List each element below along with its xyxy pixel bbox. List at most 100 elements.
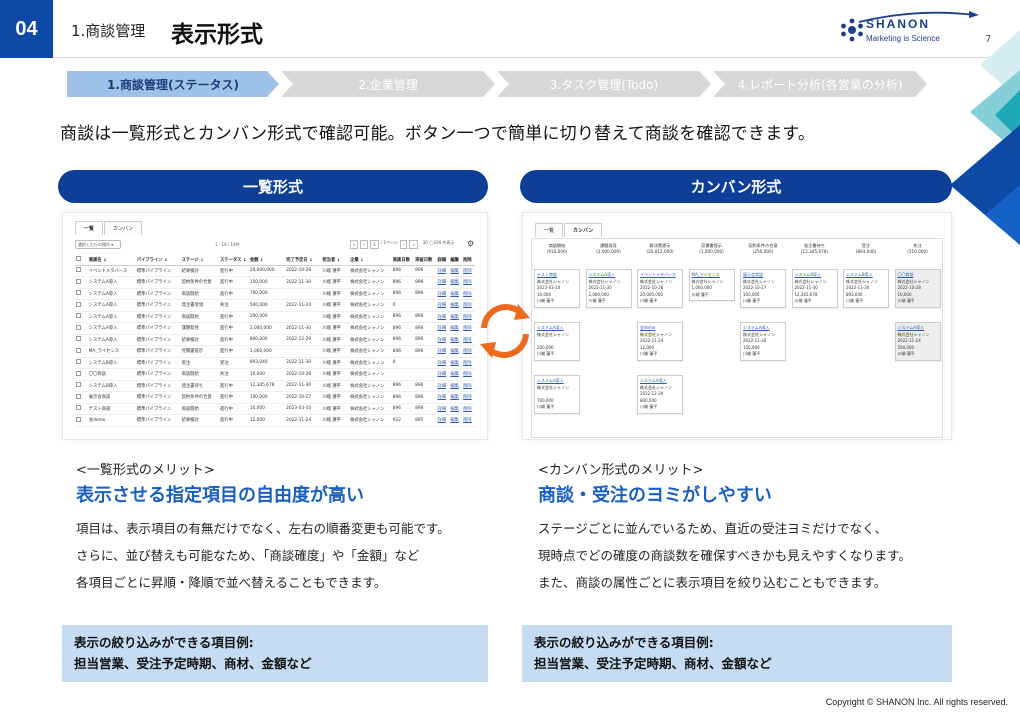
detail-link[interactable]: 詳細 [436, 265, 450, 277]
column-header[interactable]: ステータス ↓ [218, 255, 249, 266]
kanban-card[interactable]: システムB導入 株式会社シャノン 2022-11-30 12,345,678 川端 蓮平 [791, 269, 838, 308]
edit-link[interactable]: 編集 [449, 345, 463, 358]
checkbox[interactable] [76, 301, 81, 307]
detail-link[interactable]: 詳細 [436, 288, 450, 300]
column-header[interactable]: パイプライン ↓ [135, 255, 181, 266]
checkbox[interactable] [76, 359, 81, 365]
row-checkbox-cell[interactable] [75, 414, 88, 427]
column-header[interactable]: 担当者 ↓ [321, 255, 350, 266]
detail-link[interactable]: 詳細 [436, 276, 450, 289]
column-header[interactable]: ステージ ↓ [180, 255, 219, 266]
delete-link[interactable]: 削除 [462, 288, 475, 300]
delete-link[interactable]: 削除 [462, 414, 475, 427]
tab-kanban[interactable]: カンバン [564, 223, 603, 237]
edit-link[interactable]: 編集 [449, 380, 463, 392]
tab-list[interactable]: 一覧 [75, 221, 104, 235]
detail-link[interactable]: 詳細 [436, 380, 450, 392]
detail-link[interactable]: 詳細 [436, 322, 450, 335]
pager-page[interactable]: 1 [370, 240, 379, 249]
row-checkbox-cell[interactable] [75, 357, 88, 369]
row-checkbox-cell[interactable] [75, 391, 88, 404]
checkbox[interactable] [76, 393, 81, 399]
row-checkbox-cell[interactable] [75, 322, 88, 335]
row-checkbox-cell[interactable] [75, 265, 88, 277]
kanban-card[interactable]: MA_ライセンス 株式会社シャノン 1,000,000 川端 蓮平 [688, 269, 735, 301]
checkbox[interactable] [76, 313, 81, 319]
gear-icon[interactable]: ⚙ [467, 239, 474, 248]
detail-link[interactable]: 詳細 [436, 334, 450, 346]
column-header[interactable]: 詳細 [436, 255, 450, 266]
edit-link[interactable]: 編集 [449, 311, 463, 323]
row-checkbox-cell[interactable] [75, 276, 88, 289]
delete-link[interactable]: 削除 [462, 380, 475, 392]
checkbox[interactable] [76, 336, 81, 342]
pager-last[interactable]: » [409, 240, 418, 249]
kanban-card[interactable]: 〇〇商談 株式会社シャノン 2022-10-28 10,000 川端 蓮平 [894, 269, 941, 308]
column-header[interactable]: 商談名 ↓ [87, 255, 136, 266]
delete-link[interactable]: 削除 [462, 265, 475, 277]
detail-link[interactable]: 詳細 [436, 368, 450, 381]
kanban-card[interactable]: システムA導入 株式会社シャノン 2022-11-24 500,000 川端 蓮平 [894, 322, 941, 361]
checkbox[interactable] [76, 267, 81, 273]
detail-link[interactable]: 詳細 [436, 345, 450, 358]
column-header[interactable]: 金額 ↓ [248, 255, 286, 266]
edit-link[interactable]: 編集 [449, 334, 463, 346]
row-checkbox-cell[interactable] [75, 368, 88, 381]
kanban-card[interactable]: システムA導入 株式会社シャノン 2022-12-29 800,000 川端 蓮平 [637, 375, 683, 414]
edit-link[interactable]: 編集 [449, 276, 463, 289]
select-all-checkbox-header[interactable] [75, 255, 88, 266]
kanban-card-title[interactable]: イベントメタバース [640, 272, 680, 279]
page-size-radio[interactable]: 30 ◯100 件表示 [423, 240, 455, 249]
kanban-card[interactable]: システムA導入 株式会社シャノン 2022-11-30 2,000,000 川端 蓮平 [585, 269, 632, 308]
column-header[interactable]: 企業 ↓ [349, 255, 392, 266]
detail-link[interactable]: 詳細 [436, 403, 450, 415]
pager-next[interactable]: › [399, 240, 408, 249]
pager-first[interactable]: « [350, 240, 359, 249]
delete-link[interactable]: 削除 [462, 368, 475, 381]
delete-link[interactable]: 削除 [462, 391, 475, 404]
checkbox[interactable] [76, 290, 81, 296]
row-checkbox-cell[interactable] [75, 345, 88, 358]
checkbox[interactable] [76, 278, 81, 284]
kanban-card[interactable]: イベントメタバース 株式会社シャノン 2022-10-28 20,000,000 川端 … [637, 269, 683, 308]
tab-list[interactable]: 一覧 [535, 223, 564, 237]
delete-link[interactable]: 削除 [462, 403, 475, 415]
kanban-card[interactable]: テスト商談 株式会社シャノン 2023-03-10 10,000 川端 蓮平 [534, 269, 580, 308]
row-checkbox-cell[interactable] [75, 288, 88, 300]
checkbox[interactable] [76, 324, 81, 330]
kanban-card[interactable]: システムA導入 株式会社シャノン 200,000 川端 蓮平 [534, 322, 580, 361]
checkbox[interactable] [76, 370, 81, 376]
checkbox[interactable] [76, 416, 81, 422]
edit-link[interactable]: 編集 [449, 414, 463, 427]
edit-link[interactable]: 編集 [449, 322, 463, 335]
detail-link[interactable]: 詳細 [436, 391, 450, 404]
edit-link[interactable]: 編集 [449, 288, 463, 300]
column-header[interactable]: 削除 [462, 255, 475, 266]
row-checkbox-cell[interactable] [75, 299, 88, 312]
edit-link[interactable]: 編集 [449, 391, 463, 404]
column-header[interactable]: 完了予定日 ↓ [285, 255, 322, 266]
kanban-card[interactable]: システムB導入 株式会社シャノン 2022-11-30 893,040 川端 蓮平 [843, 269, 889, 308]
checkbox[interactable] [76, 256, 81, 262]
column-header[interactable]: 商談日数 [391, 255, 415, 266]
edit-link[interactable]: 編集 [449, 265, 463, 277]
row-checkbox-cell[interactable] [75, 334, 88, 346]
row-checkbox-cell[interactable] [75, 403, 88, 415]
detail-link[interactable]: 詳細 [436, 357, 450, 369]
column-header[interactable]: 滞留日数 [414, 255, 437, 266]
bulk-action-select[interactable]: 選択した行の操作 ▾ [75, 240, 121, 249]
checkbox[interactable] [76, 382, 81, 388]
edit-link[interactable]: 編集 [449, 357, 463, 369]
tab-kanban[interactable]: カンバン [104, 221, 143, 235]
edit-link[interactable]: 編集 [449, 368, 463, 381]
column-header[interactable]: 編集 [449, 255, 463, 266]
row-checkbox-cell[interactable] [75, 380, 88, 392]
kanban-card[interactable]: システムA導入 株式会社シャノン 700,000 川端 蓮平 [534, 375, 580, 414]
detail-link[interactable]: 詳細 [436, 414, 450, 427]
kanban-card[interactable]: 会demo 株式会社シャノン 2022-11-24 12,000 川端 蓮平 [637, 322, 683, 361]
pager-prev[interactable]: ‹ [360, 240, 369, 249]
checkbox[interactable] [76, 405, 81, 411]
row-checkbox-cell[interactable] [75, 311, 88, 323]
kanban-card[interactable]: システムA導入 株式会社シャノン 2022-11-30 150,000 川端 蓮平 [740, 322, 786, 361]
detail-link[interactable]: 詳細 [436, 299, 450, 312]
